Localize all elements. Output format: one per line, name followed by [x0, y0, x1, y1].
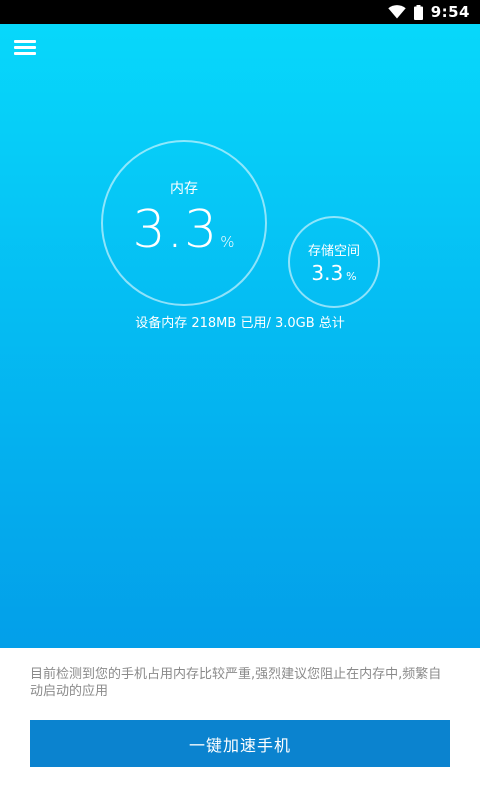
memory-overview-panel: 内存 3.3% 存储空间 3.3% 设备内存 218MB 已用/ 3.0GB 总…: [0, 24, 480, 648]
memory-label: 内存: [170, 181, 198, 197]
storage-usage-circle: 存储空间 3.3%: [288, 216, 380, 308]
memory-value: 3.3%: [103, 200, 265, 272]
memory-summary: 设备内存 218MB 已用/ 3.0GB 总计: [135, 316, 345, 331]
status-time: 9:54: [430, 3, 470, 21]
memory-unit: %: [220, 233, 236, 251]
status-bar: 9:54: [0, 0, 480, 24]
memory-percent: 3.3: [132, 200, 219, 260]
storage-value: 3.3%: [290, 260, 378, 290]
battery-icon: [413, 4, 423, 20]
memory-usage-circle: 内存 3.3%: [101, 140, 267, 306]
status-icons: 9:54: [387, 0, 470, 24]
wifi-icon: [387, 5, 406, 19]
memory-warning-text: 目前检测到您的手机占用内存比较严重,强烈建议您阻止在内存中,频繁自动启动的应用: [30, 667, 442, 699]
storage-percent: 3.3: [311, 261, 344, 285]
storage-unit: %: [346, 270, 357, 283]
boost-phone-button[interactable]: 一键加速手机: [30, 720, 450, 767]
menu-icon[interactable]: [14, 40, 38, 56]
storage-label: 存储空间: [307, 244, 360, 259]
